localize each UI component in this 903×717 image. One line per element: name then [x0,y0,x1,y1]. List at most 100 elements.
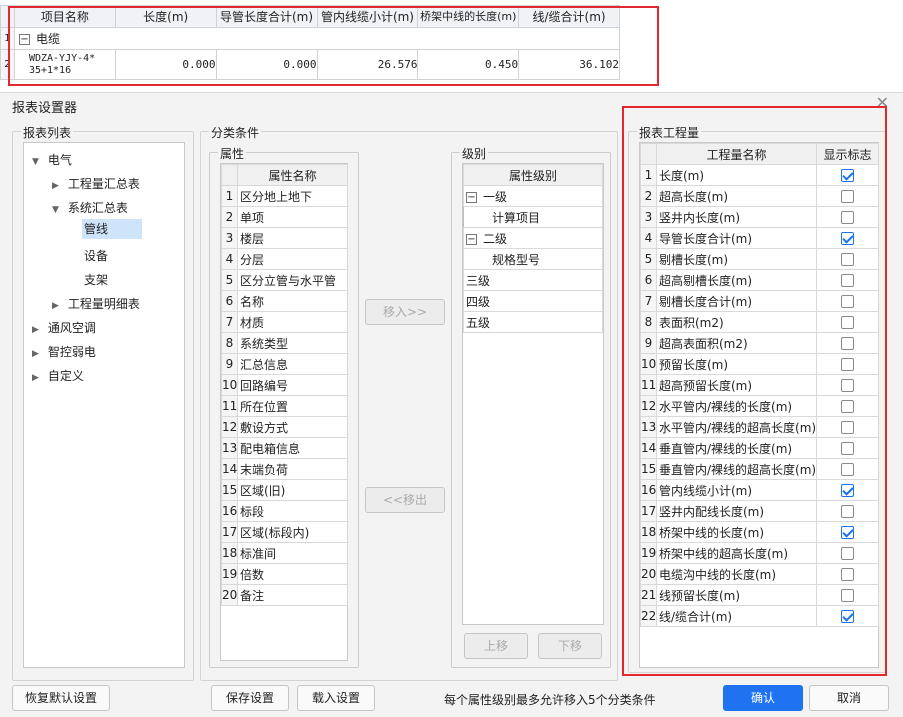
quantity-row[interactable]: 15 垂直管内/裸线的超高长度(m) [640,458,879,480]
show-flag-checkbox[interactable] [841,274,854,287]
attr-row[interactable]: 15 区域(旧) [221,479,348,501]
tree-item-bracket[interactable]: 支架 [84,271,108,288]
attr-row[interactable]: 6 名称 [221,290,348,312]
show-flag-checkbox[interactable] [841,295,854,308]
col-header[interactable]: 长度(m) [114,5,217,28]
show-flag-checkbox[interactable] [841,400,854,413]
quantity-row[interactable]: 5 剔槽长度(m) [640,248,879,270]
quantity-row[interactable]: 19 桥架中线的超高长度(m) [640,542,879,564]
attr-row[interactable]: 13 配电箱信息 [221,437,348,459]
show-flag-checkbox[interactable] [841,190,854,203]
expanded-arrow-icon[interactable]: ▼ [52,205,64,215]
show-flag-checkbox[interactable] [841,337,854,350]
show-flag-checkbox[interactable] [841,463,854,476]
attr-row[interactable]: 19 倍数 [221,563,348,585]
group-row[interactable]: 1 − 电缆 [0,27,621,50]
attr-row[interactable]: 4 分层 [221,248,348,270]
collapsed-arrow-icon[interactable]: ▶ [52,181,64,191]
quantity-row[interactable]: 17 竖井内配线长度(m) [640,500,879,522]
tree-item-detail[interactable]: ▶ 工程量明细表 [52,295,140,312]
collapsed-arrow-icon[interactable]: ▶ [32,373,44,383]
quantity-row[interactable]: 16 管内线缆小计(m) [640,479,879,501]
tree-item-pipeline[interactable]: 管线 [82,219,142,239]
attr-row[interactable]: 8 系统类型 [221,332,348,354]
move-up-button[interactable]: 上移 [464,633,528,659]
load-settings-button[interactable]: 载入设置 [297,685,375,711]
level-item[interactable]: − 一级 [463,185,603,207]
quantity-row[interactable]: 6 超高剔槽长度(m) [640,269,879,291]
quantity-row[interactable]: 18 桥架中线的长度(m) [640,521,879,543]
tree-item-summary[interactable]: ▶ 工程量汇总表 [52,175,140,192]
quantity-row[interactable]: 20 电缆沟中线的长度(m) [640,563,879,585]
quantity-row[interactable]: 22 线/缆合计(m) [640,605,879,627]
col-header[interactable]: 项目名称 [13,5,116,28]
show-flag-checkbox[interactable] [841,589,854,602]
restore-defaults-button[interactable]: 恢复默认设置 [12,685,110,711]
quantity-row[interactable]: 8 表面积(m2) [640,311,879,333]
collapse-icon[interactable]: − [466,233,477,245]
show-flag-checkbox[interactable] [841,484,854,497]
attr-row[interactable]: 14 末端负荷 [221,458,348,480]
show-flag-checkbox[interactable] [841,169,854,182]
attr-row[interactable]: 12 敷设方式 [221,416,348,438]
tree-item-custom[interactable]: ▶ 自定义 [32,367,84,384]
move-in-button[interactable]: 移入>> [365,299,445,325]
show-flag-checkbox[interactable] [841,379,854,392]
quantity-row[interactable]: 12 水平管内/裸线的长度(m) [640,395,879,417]
attr-row[interactable]: 11 所在位置 [221,395,348,417]
quantity-row[interactable]: 21 线预留长度(m) [640,584,879,606]
cancel-button[interactable]: 取消 [809,685,889,711]
col-header[interactable]: 导管长度合计(m) [215,5,318,28]
attr-row[interactable]: 3 楼层 [221,227,348,249]
tree-item-equipment[interactable]: 设备 [84,247,108,264]
show-flag-checkbox[interactable] [841,442,854,455]
level-item[interactable]: − 二级 [463,227,603,249]
move-out-button[interactable]: <<移出 [365,487,445,513]
show-flag-checkbox[interactable] [841,568,854,581]
save-settings-button[interactable]: 保存设置 [211,685,289,711]
level-item[interactable]: 四级 [463,290,603,312]
quantity-row[interactable]: 13 水平管内/裸线的超高长度(m) [640,416,879,438]
collapsed-arrow-icon[interactable]: ▶ [32,349,44,359]
tree-item-electrical[interactable]: ▼ 电气 [32,151,72,168]
level-item[interactable]: 五级 [463,311,603,333]
show-flag-checkbox[interactable] [841,232,854,245]
quantity-row[interactable]: 4 导管长度合计(m) [640,227,879,249]
confirm-button[interactable]: 确认 [723,685,803,711]
show-flag-checkbox[interactable] [841,316,854,329]
attr-row[interactable]: 2 单项 [221,206,348,228]
quantity-row[interactable]: 14 垂直管内/裸线的长度(m) [640,437,879,459]
quantity-row[interactable]: 7 剔槽长度合计(m) [640,290,879,312]
tree-item-hvac[interactable]: ▶ 通风空调 [32,319,96,336]
attr-row[interactable]: 10 回路编号 [221,374,348,396]
quantity-row[interactable]: 1 长度(m) [640,164,879,186]
close-icon[interactable]: ✕ [876,93,889,112]
col-header[interactable]: 桥架中线的长度(m) [417,5,520,28]
show-flag-checkbox[interactable] [841,610,854,623]
quantity-row[interactable]: 9 超高表面积(m2) [640,332,879,354]
attr-row[interactable]: 16 标段 [221,500,348,522]
tree-item-weak-current[interactable]: ▶ 智控弱电 [32,343,96,360]
collapsed-arrow-icon[interactable]: ▶ [52,301,64,311]
show-flag-checkbox[interactable] [841,547,854,560]
quantity-row[interactable]: 11 超高预留长度(m) [640,374,879,396]
col-header[interactable]: 管内线缆小计(m) [316,5,419,28]
attr-row[interactable]: 17 区域(标段内) [221,521,348,543]
level-item[interactable]: 计算项目 [463,206,603,228]
collapsed-arrow-icon[interactable]: ▶ [32,325,44,335]
attr-row[interactable]: 1 区分地上地下 [221,185,348,207]
show-flag-checkbox[interactable] [841,211,854,224]
collapse-icon[interactable]: − [466,191,477,203]
table-row[interactable]: 2 WDZA-YJY-4* 35+1*16 0.000 0.000 26.576… [0,49,620,80]
show-flag-checkbox[interactable] [841,526,854,539]
collapse-icon[interactable]: − [18,34,30,45]
show-flag-checkbox[interactable] [841,358,854,371]
show-flag-checkbox[interactable] [841,505,854,518]
quantity-row[interactable]: 10 预留长度(m) [640,353,879,375]
attr-row[interactable]: 9 汇总信息 [221,353,348,375]
attr-row[interactable]: 5 区分立管与水平管 [221,269,348,291]
level-item[interactable]: 规格型号 [463,248,603,270]
tree-item-system-summary[interactable]: ▼ 系统汇总表 [52,199,128,216]
show-flag-checkbox[interactable] [841,421,854,434]
col-header[interactable]: 线/缆合计(m) [518,5,620,28]
